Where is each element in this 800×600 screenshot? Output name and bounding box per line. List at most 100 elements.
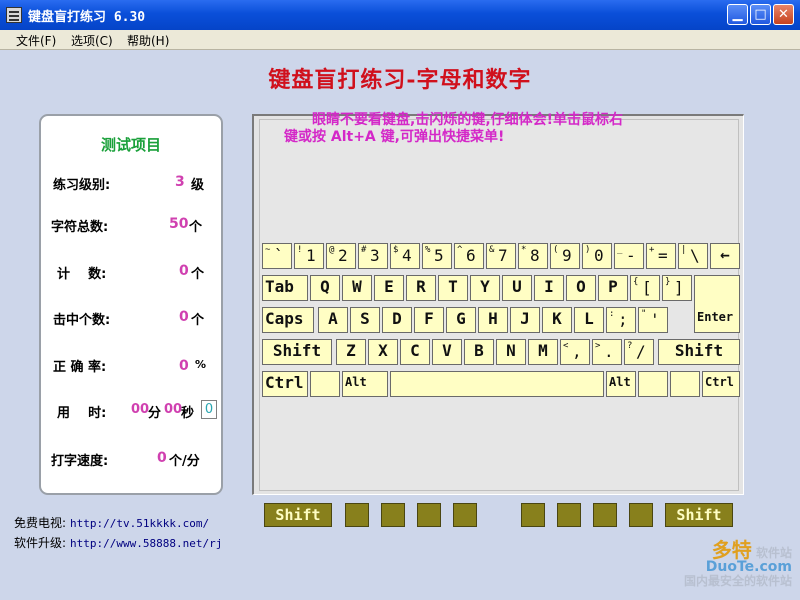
upgrade-link[interactable]: http://www.58888.net/rj bbox=[70, 537, 222, 550]
key-tab[interactable]: Tab bbox=[262, 275, 308, 301]
maximize-button[interactable]: □ bbox=[750, 4, 771, 25]
key-g[interactable]: G bbox=[446, 307, 476, 333]
key-b[interactable]: B bbox=[464, 339, 494, 365]
key-y[interactable]: Y bbox=[470, 275, 500, 301]
key-w[interactable]: W bbox=[342, 275, 372, 301]
instruction-text: 眼睛不要看键盘,击闪烁的键,仔细体会!单击鼠标右 键或按 Alt+A 键,可弹出… bbox=[284, 112, 724, 146]
key-menu[interactable] bbox=[670, 371, 700, 397]
key-9[interactable]: (9 bbox=[550, 243, 580, 269]
key-shift-symbol: ) bbox=[585, 245, 591, 255]
key-v[interactable]: V bbox=[432, 339, 462, 365]
key-0[interactable]: ~ ` bbox=[262, 243, 292, 269]
key-q[interactable]: Q bbox=[310, 275, 340, 301]
right-shift-indicator-label: Shift bbox=[676, 506, 722, 524]
key-right-alt[interactable]: Alt bbox=[606, 371, 636, 397]
key-base-symbol: \ bbox=[690, 246, 700, 265]
timer-box: 0 bbox=[201, 400, 217, 419]
key-a[interactable]: A bbox=[318, 307, 348, 333]
key-e[interactable]: E bbox=[374, 275, 404, 301]
key-z[interactable]: Z bbox=[336, 339, 366, 365]
finger-indicator bbox=[381, 503, 405, 527]
key-label: V bbox=[442, 341, 452, 360]
finger-indicator bbox=[453, 503, 477, 527]
key-n[interactable]: N bbox=[496, 339, 526, 365]
key-c[interactable]: C bbox=[400, 339, 430, 365]
menu-file[interactable]: 文件(F) bbox=[16, 32, 56, 49]
key-label: X bbox=[378, 341, 388, 360]
key-slash[interactable]: ? / bbox=[624, 339, 654, 365]
level-unit: 级 bbox=[191, 178, 205, 193]
key-s[interactable]: S bbox=[350, 307, 380, 333]
key-10[interactable]: ) 0 bbox=[582, 243, 612, 269]
key-comma[interactable]: <, bbox=[560, 339, 590, 365]
total-unit: 个 bbox=[189, 220, 203, 235]
key-l[interactable]: L bbox=[574, 307, 604, 333]
key-space[interactable] bbox=[390, 371, 604, 397]
key-1[interactable]: ! 1 bbox=[294, 243, 324, 269]
key-o[interactable]: O bbox=[566, 275, 596, 301]
key-shift-symbol: ( bbox=[553, 245, 559, 255]
key-label: W bbox=[352, 277, 362, 296]
key-label: M bbox=[538, 341, 548, 360]
key-11[interactable]: _ - bbox=[614, 243, 644, 269]
key-semicolon[interactable]: :; bbox=[606, 307, 636, 333]
key-f[interactable]: F bbox=[414, 307, 444, 333]
key-win-left[interactable] bbox=[310, 371, 340, 397]
key-8[interactable]: * 8 bbox=[518, 243, 548, 269]
key-j[interactable]: J bbox=[510, 307, 540, 333]
tv-link[interactable]: http://tv.51kkkk.com/ bbox=[70, 517, 209, 530]
key-win-right[interactable] bbox=[638, 371, 668, 397]
key-left-bracket[interactable]: {[ bbox=[630, 275, 660, 301]
key-quote[interactable]: " ' bbox=[638, 307, 668, 333]
minimize-button[interactable]: ▁ bbox=[727, 4, 748, 25]
key-u[interactable]: U bbox=[502, 275, 532, 301]
key-right-shift[interactable]: Shift bbox=[658, 339, 740, 365]
key-left-alt[interactable]: Alt bbox=[342, 371, 388, 397]
key-right-bracket[interactable]: }] bbox=[662, 275, 692, 301]
key-label: L bbox=[584, 309, 594, 328]
key-2[interactable]: @2 bbox=[326, 243, 356, 269]
key-5[interactable]: % 5 bbox=[422, 243, 452, 269]
menu-help[interactable]: 帮助(H) bbox=[127, 32, 169, 49]
key-label: S bbox=[360, 309, 370, 328]
close-button[interactable]: ✕ bbox=[773, 4, 794, 25]
key-h[interactable]: H bbox=[478, 307, 508, 333]
key-t[interactable]: T bbox=[438, 275, 468, 301]
key-shift-symbol: : bbox=[609, 309, 615, 319]
key-shift-symbol: " bbox=[641, 309, 647, 319]
key-label: D bbox=[392, 309, 402, 328]
key-i[interactable]: I bbox=[534, 275, 564, 301]
key-m[interactable]: M bbox=[528, 339, 558, 365]
key-base-symbol: , bbox=[572, 342, 582, 361]
key-6[interactable]: ^ 6 bbox=[454, 243, 484, 269]
key-left-shift[interactable]: Shift bbox=[262, 339, 332, 365]
finger-indicator bbox=[557, 503, 581, 527]
key-left-ctrl[interactable]: Ctrl bbox=[262, 371, 308, 397]
menu-options[interactable]: 选项(C) bbox=[71, 32, 113, 49]
key-base-symbol: / bbox=[636, 342, 646, 361]
key-r[interactable]: R bbox=[406, 275, 436, 301]
key-backspace[interactable]: ← bbox=[710, 243, 740, 269]
key-d[interactable]: D bbox=[382, 307, 412, 333]
key-label: Y bbox=[480, 277, 490, 296]
key-p[interactable]: P bbox=[598, 275, 628, 301]
key-label: Z bbox=[346, 341, 356, 360]
key-3[interactable]: #3 bbox=[358, 243, 388, 269]
count-value: 0 bbox=[179, 263, 189, 279]
key-base-symbol: 4 bbox=[402, 246, 412, 265]
key-7[interactable]: & 7 bbox=[486, 243, 516, 269]
keyboard-inner bbox=[259, 119, 739, 491]
key-caps[interactable]: Caps bbox=[262, 307, 314, 333]
key-enter[interactable]: Enter bbox=[694, 275, 740, 333]
key-x[interactable]: X bbox=[368, 339, 398, 365]
key-k[interactable]: K bbox=[542, 307, 572, 333]
key-right-ctrl[interactable]: Ctrl bbox=[702, 371, 740, 397]
key-13[interactable]: | \ bbox=[678, 243, 708, 269]
key-period[interactable]: >. bbox=[592, 339, 622, 365]
key-12[interactable]: + = bbox=[646, 243, 676, 269]
count-label: 计 数: bbox=[57, 267, 107, 282]
key-4[interactable]: $4 bbox=[390, 243, 420, 269]
key-label: Caps bbox=[265, 309, 304, 328]
client-area: 键盘盲打练习-字母和数字 测试项目 练习级别: 3 级 字符总数: 50 个 计… bbox=[0, 50, 800, 600]
key-base-symbol: ; bbox=[618, 310, 628, 329]
